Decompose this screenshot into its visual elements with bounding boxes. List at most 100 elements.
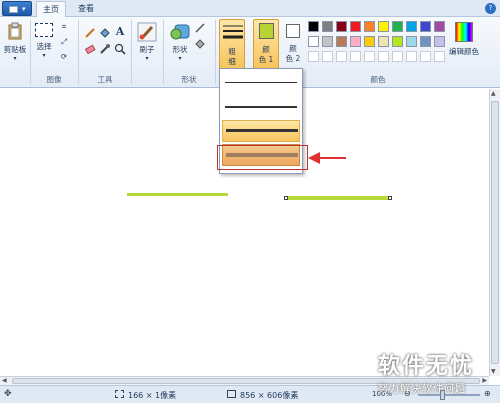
shapes-button[interactable]: 形状 ▾ bbox=[167, 20, 193, 72]
palette-swatch[interactable] bbox=[364, 36, 375, 47]
paste-dropdown-icon: ▾ bbox=[13, 55, 17, 62]
scroll-down-icon[interactable]: ▼ bbox=[491, 368, 496, 375]
eraser-icon[interactable] bbox=[84, 43, 96, 55]
scroll-up-icon[interactable]: ▲ bbox=[491, 90, 496, 97]
scroll-thumb[interactable] bbox=[491, 101, 499, 364]
palette-swatch[interactable] bbox=[392, 36, 403, 47]
color1-button[interactable]: 颜 色 1 bbox=[253, 19, 279, 69]
green-line-stroke bbox=[127, 193, 228, 196]
selection-size-icon bbox=[115, 390, 124, 398]
shapes-icon bbox=[170, 24, 190, 40]
color2-swatch bbox=[286, 24, 300, 38]
brush-icon bbox=[137, 22, 157, 42]
paste-button[interactable]: 剪贴板 ▾ bbox=[2, 20, 28, 72]
outline-icon[interactable] bbox=[194, 22, 208, 34]
select-dropdown-icon: ▾ bbox=[42, 52, 46, 59]
fill-bucket-icon[interactable] bbox=[99, 27, 111, 39]
highlight-box bbox=[217, 145, 308, 170]
rainbow-palette-icon bbox=[455, 22, 473, 42]
separator bbox=[78, 20, 79, 84]
watermark-subtitle: 努力解决软件问题 bbox=[378, 384, 466, 395]
palette-swatch[interactable] bbox=[322, 36, 333, 47]
palette-swatch[interactable] bbox=[434, 36, 445, 47]
empty-palette-swatch[interactable] bbox=[434, 51, 445, 62]
select-rectangle-icon bbox=[35, 23, 53, 37]
separator bbox=[215, 20, 216, 84]
size-button[interactable]: 粗 细 bbox=[219, 19, 245, 69]
brushes-label: 刷子 bbox=[139, 45, 155, 54]
select-label: 选择 bbox=[36, 42, 52, 51]
line-size-icon bbox=[223, 25, 243, 39]
select-button[interactable]: 选择 ▾ bbox=[32, 20, 56, 72]
size-option-3[interactable] bbox=[222, 120, 300, 142]
text-tool-icon[interactable]: A bbox=[114, 25, 126, 39]
green-line-stroke-selected bbox=[286, 196, 390, 200]
canvas-size-icon bbox=[227, 390, 236, 398]
selection-handle-left[interactable] bbox=[284, 196, 288, 200]
brushes-dropdown-icon: ▾ bbox=[145, 55, 149, 62]
red-arrow-icon bbox=[308, 152, 346, 164]
edit-colors-label: 编辑颜色 bbox=[449, 47, 479, 56]
palette-swatch[interactable] bbox=[336, 21, 347, 32]
empty-palette-swatch[interactable] bbox=[364, 51, 375, 62]
image-group-label: 图像 bbox=[46, 75, 62, 84]
palette-swatch[interactable] bbox=[378, 21, 389, 32]
magnifier-icon[interactable] bbox=[114, 43, 126, 55]
edit-colors-button[interactable]: 编辑颜色 bbox=[446, 20, 482, 72]
palette-swatch[interactable] bbox=[406, 21, 417, 32]
color-picker-icon[interactable] bbox=[99, 43, 111, 55]
palette-swatch[interactable] bbox=[364, 21, 375, 32]
separator bbox=[30, 20, 31, 84]
empty-palette-swatch[interactable] bbox=[420, 51, 431, 62]
pencil-icon[interactable] bbox=[84, 27, 96, 39]
palette-swatch[interactable] bbox=[308, 36, 319, 47]
color-palette bbox=[308, 21, 448, 66]
selection-handle-right[interactable] bbox=[388, 196, 392, 200]
move-icon: ✥ bbox=[4, 389, 12, 399]
empty-palette-swatch[interactable] bbox=[322, 51, 333, 62]
scroll-right-icon[interactable]: ▶ bbox=[482, 377, 487, 384]
palette-swatch[interactable] bbox=[322, 21, 333, 32]
tools-group-label: 工具 bbox=[97, 75, 113, 84]
empty-palette-swatch[interactable] bbox=[308, 51, 319, 62]
zoom-in-icon[interactable]: ⊕ bbox=[484, 389, 491, 398]
empty-palette-swatch[interactable] bbox=[378, 51, 389, 62]
brushes-button[interactable]: 刷子 ▾ bbox=[134, 20, 160, 72]
paint-menu-button[interactable]: ▾ bbox=[2, 1, 32, 16]
tab-home[interactable]: 主页 bbox=[36, 1, 66, 17]
empty-palette-swatch[interactable] bbox=[392, 51, 403, 62]
palette-swatch[interactable] bbox=[378, 36, 389, 47]
palette-swatch[interactable] bbox=[420, 21, 431, 32]
separator bbox=[131, 20, 132, 84]
rotate-icon[interactable]: ⟳ bbox=[58, 52, 70, 64]
tab-view[interactable]: 查看 bbox=[72, 1, 100, 17]
palette-swatch[interactable] bbox=[308, 21, 319, 32]
scroll-left-icon[interactable]: ◀ bbox=[2, 377, 7, 384]
palette-swatch[interactable] bbox=[420, 36, 431, 47]
empty-palette-swatch[interactable] bbox=[406, 51, 417, 62]
palette-swatch[interactable] bbox=[406, 36, 417, 47]
shapes-dropdown-icon: ▾ bbox=[178, 55, 182, 62]
empty-palette-swatch[interactable] bbox=[350, 51, 361, 62]
shapes-label: 形状 bbox=[172, 45, 188, 54]
selection-size: 166 × 1像素 bbox=[128, 391, 177, 400]
clipboard-icon bbox=[8, 22, 22, 40]
palette-swatch[interactable] bbox=[350, 21, 361, 32]
color2-button[interactable]: 颜 色 2 bbox=[282, 19, 306, 69]
help-icon[interactable]: ? bbox=[485, 3, 496, 14]
color1-label-line2: 色 1 bbox=[258, 55, 274, 64]
ribbon-tab-bar: ▾ 主页 查看 ? bbox=[0, 0, 500, 17]
palette-swatch[interactable] bbox=[392, 21, 403, 32]
palette-swatch[interactable] bbox=[336, 36, 347, 47]
palette-swatch[interactable] bbox=[350, 36, 361, 47]
watermark: 软件无忧 努力解决软件问题 bbox=[378, 348, 474, 395]
size-option-2[interactable] bbox=[222, 96, 300, 118]
fill-icon[interactable] bbox=[194, 37, 208, 49]
resize-icon[interactable]: ⤢ bbox=[58, 37, 70, 49]
crop-icon[interactable]: ⌗ bbox=[58, 22, 70, 34]
empty-palette-swatch[interactable] bbox=[336, 51, 347, 62]
palette-swatch[interactable] bbox=[434, 21, 445, 32]
paint-menu-icon bbox=[9, 6, 18, 13]
size-option-1[interactable] bbox=[222, 72, 300, 94]
vertical-scrollbar[interactable]: ▲ ▼ bbox=[489, 89, 500, 376]
